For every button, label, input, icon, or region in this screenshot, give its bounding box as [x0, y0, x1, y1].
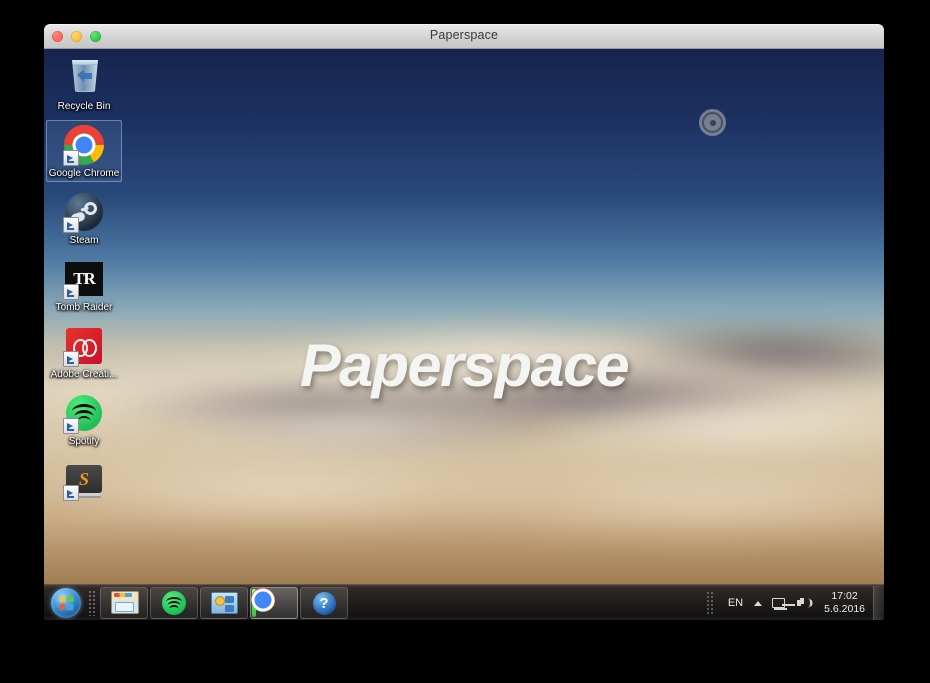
- taskbar-items: ?: [96, 587, 348, 619]
- desktop-icon-steam[interactable]: Steam: [46, 187, 122, 249]
- clock-date: 5.6.2016: [824, 603, 865, 615]
- control-panel-icon: [210, 592, 238, 614]
- taskbar-item-control-panel[interactable]: [200, 587, 248, 619]
- cloud-shape: [424, 453, 884, 539]
- adobe-creative-cloud-icon: [63, 325, 105, 367]
- desktop-icon-recycle-bin[interactable]: Recycle Bin: [46, 53, 122, 115]
- windows-desktop[interactable]: Paperspace Recycle Bin Google Chrome Ste…: [44, 49, 884, 620]
- clock[interactable]: 17:02 5.6.2016: [818, 590, 873, 616]
- steam-icon: [63, 191, 105, 233]
- network-icon: [772, 597, 788, 610]
- sublime-text-icon: S: [63, 459, 105, 501]
- window-title: Paperspace: [429, 28, 499, 42]
- taskbar-item-google-chrome[interactable]: [250, 587, 298, 619]
- show-desktop-button[interactable]: [873, 586, 884, 620]
- chevron-up-icon: [754, 600, 763, 606]
- spotify-icon: [63, 392, 105, 434]
- paperspace-window: Paperspace Paperspace Recycle Bin Google…: [44, 24, 884, 620]
- windows-explorer-icon: [111, 591, 139, 615]
- spotify-icon: [162, 591, 186, 615]
- shortcut-arrow-icon: [63, 485, 79, 501]
- desktop-icon-label: Recycle Bin: [57, 101, 111, 112]
- desktop-icon-label: Spotify: [68, 436, 100, 447]
- start-button[interactable]: [44, 586, 88, 620]
- desktop-icon-grid: Recycle Bin Google Chrome Steam TR Tomb …: [46, 53, 122, 511]
- record-target-ring: [702, 112, 723, 133]
- network-button[interactable]: [767, 597, 792, 610]
- shortcut-arrow-icon: [63, 351, 79, 367]
- cloud-shape: [44, 449, 564, 529]
- shortcut-arrow-icon: [63, 284, 79, 300]
- record-target-icon[interactable]: [699, 109, 726, 136]
- volume-button[interactable]: [792, 597, 818, 610]
- cloud-shape: [164, 404, 544, 452]
- language-indicator[interactable]: EN: [722, 597, 749, 609]
- shortcut-arrow-icon: [63, 150, 79, 166]
- chrome-icon: [63, 124, 105, 166]
- desktop-icon-google-chrome[interactable]: Google Chrome: [46, 120, 122, 182]
- clock-time: 17:02: [831, 590, 858, 602]
- show-hidden-icons-button[interactable]: [749, 600, 767, 606]
- tomb-raider-icon: TR: [63, 258, 105, 300]
- cloud-shape: [524, 397, 884, 453]
- recycle-bin-icon: [63, 57, 105, 99]
- desktop-icon-spotify[interactable]: Spotify: [46, 388, 122, 450]
- desktop-icon-tomb-raider[interactable]: TR Tomb Raider: [46, 254, 122, 316]
- taskbar-item-help[interactable]: ?: [300, 587, 348, 619]
- help-icon: ?: [312, 591, 336, 615]
- desktop-icon-label: Google Chrome: [48, 168, 120, 179]
- desktop-icon-sublime-text[interactable]: S: [46, 455, 122, 506]
- shortcut-arrow-icon: [63, 217, 79, 233]
- toolbar-grip-handle[interactable]: [88, 590, 96, 616]
- window-titlebar[interactable]: Paperspace: [44, 24, 884, 49]
- speaker-icon: [797, 597, 813, 610]
- system-tray: EN 17:02 5.6.2016: [705, 585, 884, 620]
- taskbar-item-spotify[interactable]: [150, 587, 198, 619]
- tray-grip-handle[interactable]: [705, 591, 714, 615]
- desktop-icon-label: Adobe Creati...: [50, 369, 118, 380]
- taskbar-item-windows-explorer[interactable]: [100, 587, 148, 619]
- desktop-icon-adobe-creative-cloud[interactable]: Adobe Creati...: [46, 321, 122, 383]
- cloud-shape: [194, 405, 594, 451]
- desktop-icon-label: Tomb Raider: [55, 302, 113, 313]
- desktop-icon-label: Steam: [69, 235, 99, 246]
- wallpaper-wordmark: Paperspace: [299, 332, 630, 399]
- chrome-icon: [251, 588, 286, 615]
- windows-taskbar: ? EN 17:02 5.6.2016: [44, 584, 884, 620]
- shortcut-arrow-icon: [63, 418, 79, 434]
- windows-logo-icon: [51, 588, 81, 618]
- record-target-dot: [709, 119, 716, 126]
